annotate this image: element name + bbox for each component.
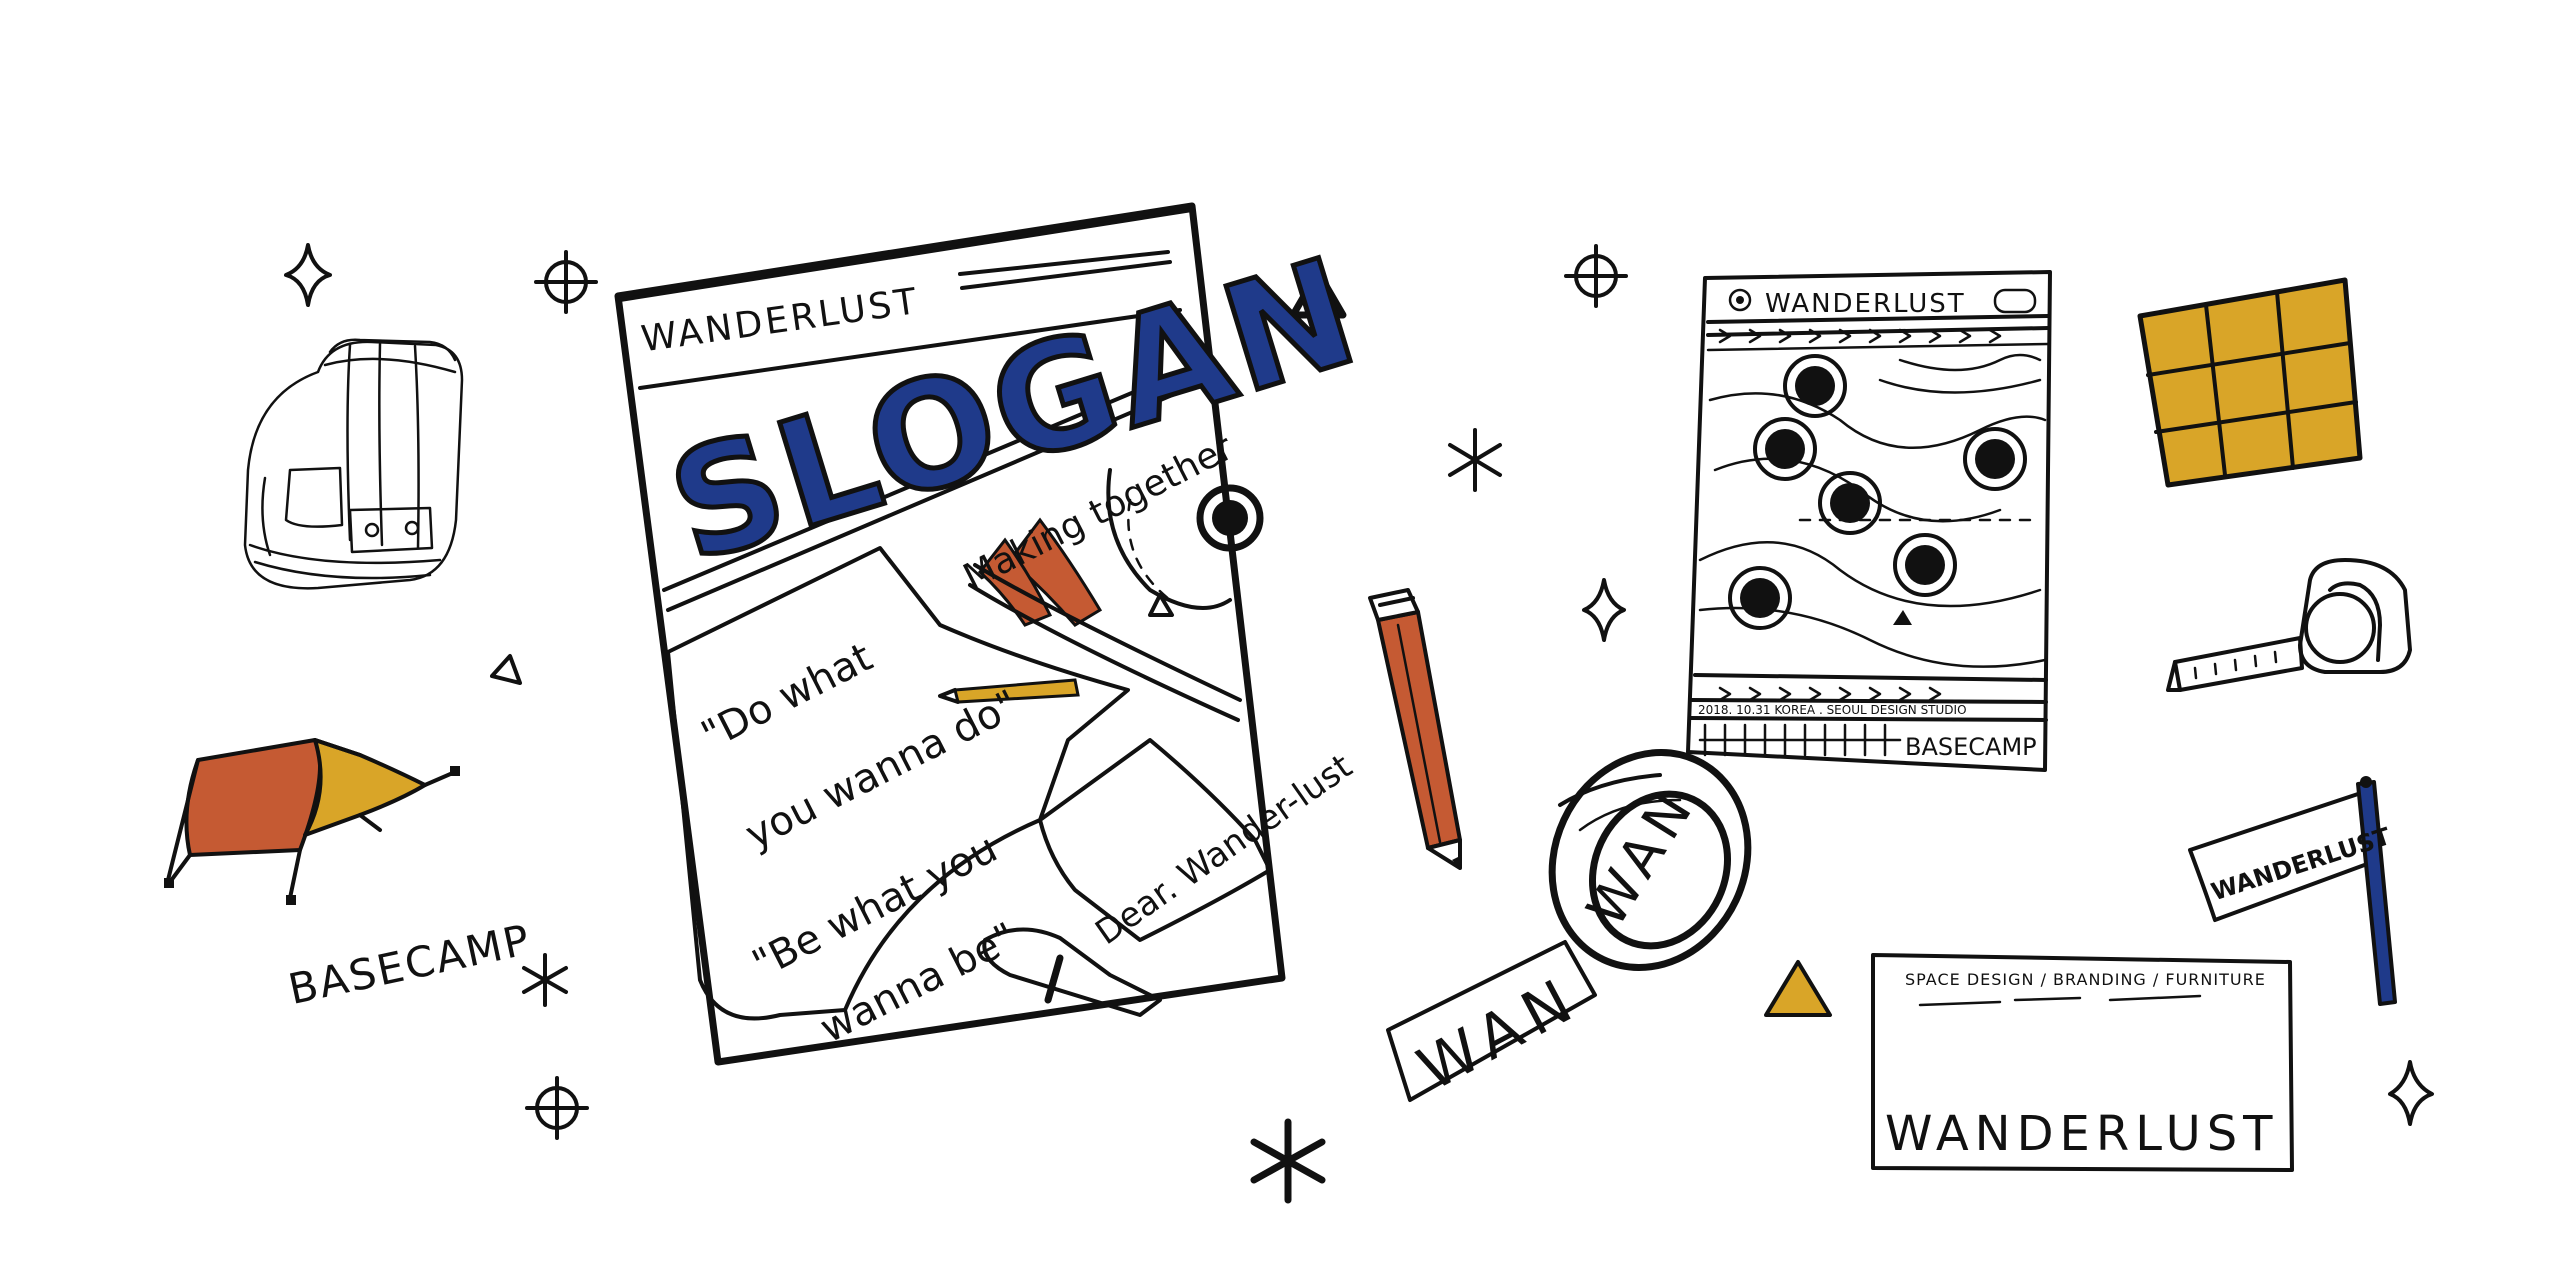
- tent-label: BASECAMP: [284, 915, 535, 1014]
- tent-icon: [164, 738, 460, 905]
- backpack-icon: [243, 338, 464, 590]
- illustration-canvas: BASECAMP SLOGAN WANDERLUST Making togeth…: [164, 202, 2434, 1204]
- map-poster-footer-tag: BASECAMP: [1905, 733, 2037, 761]
- sparkle-icon: [1582, 578, 1626, 642]
- sparkle-icon: [284, 243, 332, 307]
- business-card-brand: WANDERLUST: [1885, 1106, 2279, 1162]
- sticky-notes-icon: [2137, 277, 2363, 488]
- sparkle-icon: [2388, 1060, 2434, 1126]
- pencil-icon: [1368, 588, 1462, 870]
- business-card-services: SPACE DESIGN / BRANDING / FURNITURE: [1905, 970, 2266, 989]
- crosshair-icon: [534, 250, 598, 314]
- map-poster-brand: WANDERLUST: [1765, 289, 1966, 319]
- washi-tape-print: WAN: [1407, 962, 1592, 1105]
- tape-measure-icon: [2166, 558, 2412, 692]
- asterisk-icon: [1250, 1118, 1326, 1204]
- asterisk-icon: [1448, 428, 1502, 492]
- crosshair-icon: [1564, 244, 1628, 308]
- triangle-icon: [1764, 960, 1832, 1017]
- triangle-icon: [490, 654, 522, 685]
- map-poster: [1686, 270, 2052, 772]
- map-poster-footer-info: 2018. 10.31 KOREA . SEOUL DESIGN STUDIO: [1698, 703, 1967, 717]
- crosshair-icon: [525, 1076, 589, 1140]
